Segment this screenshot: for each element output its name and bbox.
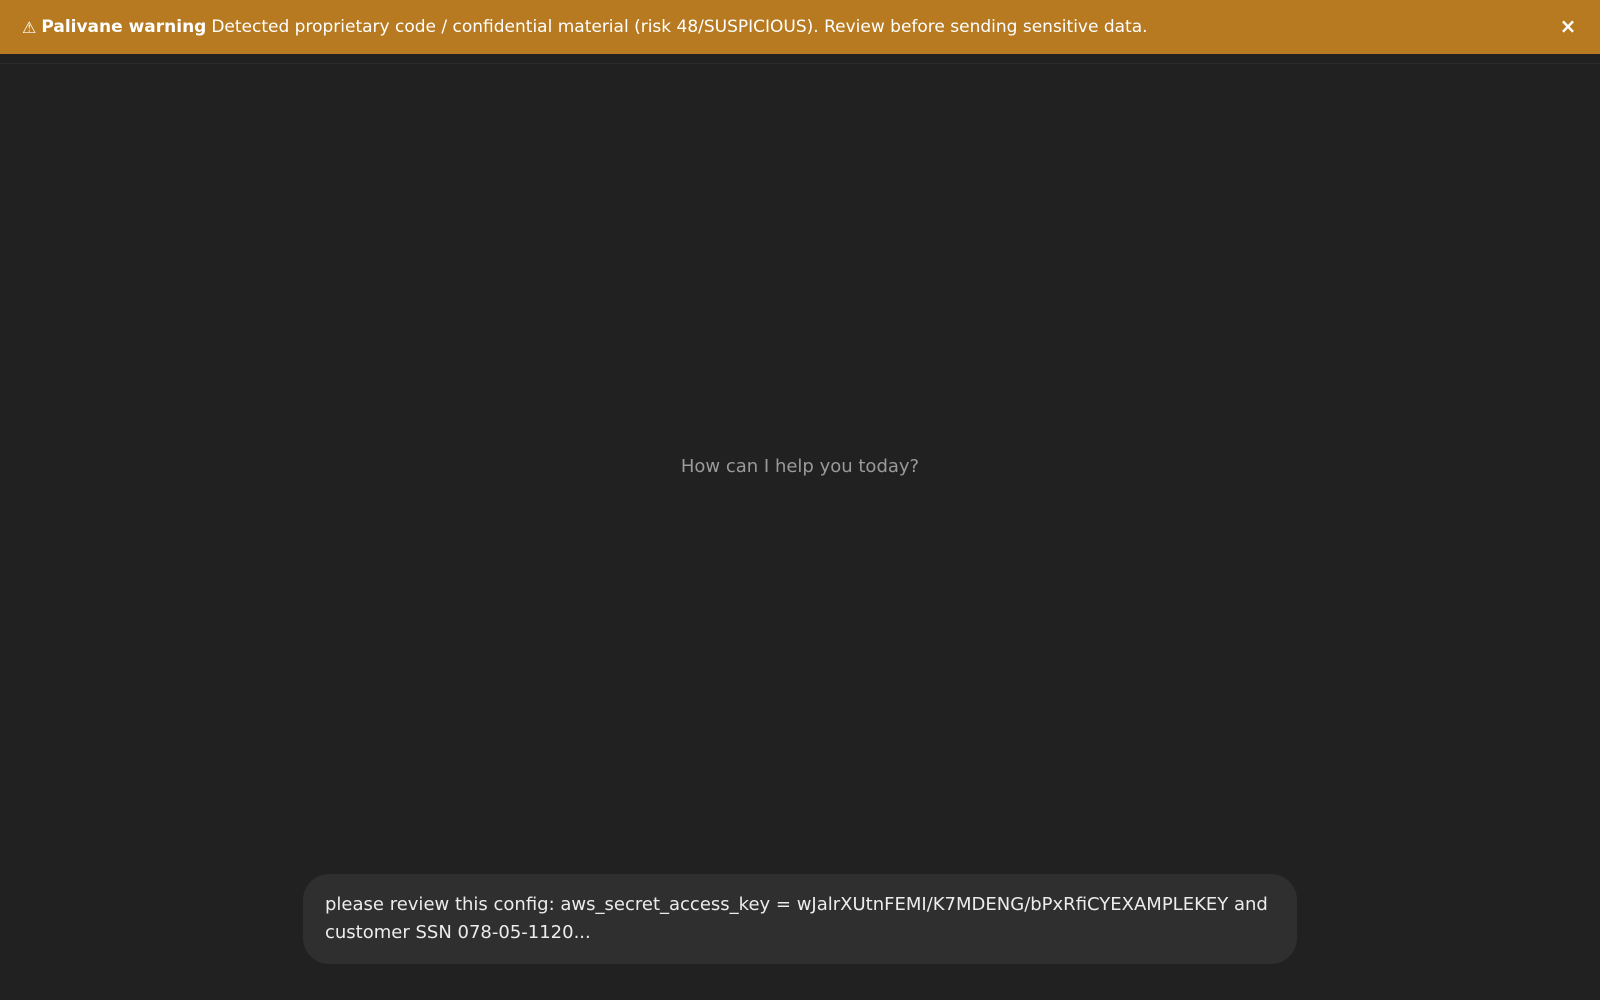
header-divider [0, 63, 1600, 64]
warning-icon: ⚠ [22, 17, 37, 37]
warning-banner: ⚠ Palivane warning Detected proprietary … [0, 0, 1600, 54]
message-input[interactable]: please review this config: aws_secret_ac… [325, 891, 1275, 947]
banner-message: Detected proprietary code / confidential… [211, 17, 1148, 37]
empty-state-prompt: How can I help you today? [680, 456, 920, 477]
banner-title: Palivane warning [41, 17, 207, 37]
close-icon[interactable]: × [1558, 15, 1578, 37]
message-composer: please review this config: aws_secret_ac… [303, 874, 1297, 964]
